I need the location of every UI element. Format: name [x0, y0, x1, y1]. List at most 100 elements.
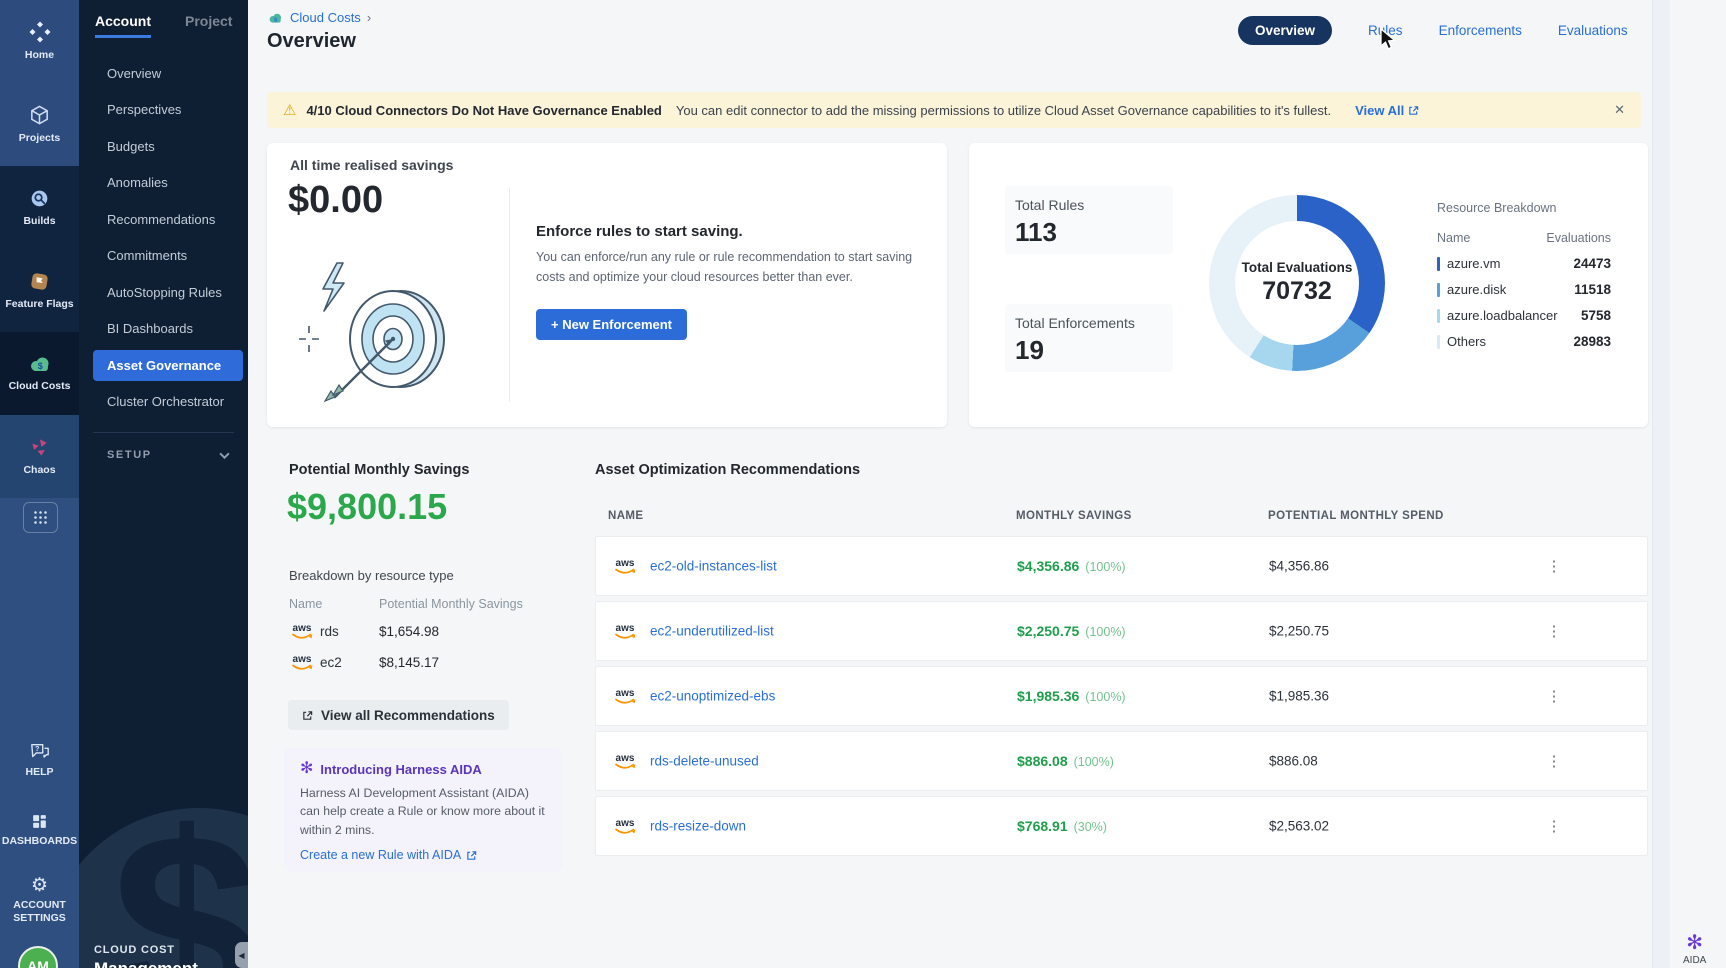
rail-item-home[interactable]: Home	[0, 0, 79, 83]
row-menu-button[interactable]: ⋮	[1544, 622, 1564, 640]
legend-name: azure.vm	[1447, 256, 1500, 271]
module-switcher-button[interactable]	[23, 502, 58, 533]
potential-spend-value: $1,985.36	[1269, 689, 1329, 704]
total-rules-tile: Total Rules 113	[1005, 186, 1173, 254]
close-icon[interactable]: ✕	[1614, 102, 1625, 118]
recommendation-link[interactable]: ec2-underutilized-list	[650, 624, 774, 639]
rail-item-projects[interactable]: Projects	[0, 83, 79, 166]
sidebar-item-perspectives[interactable]: Perspectives	[79, 92, 248, 129]
legend-evaluations-header: Evaluations	[1546, 231, 1611, 245]
breadcrumb-separator: ›	[367, 10, 371, 25]
sidebar-item-anomalies[interactable]: Anomalies	[79, 165, 248, 202]
sidebar-item-overview[interactable]: Overview	[79, 55, 248, 92]
rail-item-cloud-costs[interactable]: $ Cloud Costs	[0, 332, 79, 415]
governance-stats-card: Total Rules 113 Total Enforcements 19 To…	[969, 143, 1648, 427]
aida-promo-card: ✻ Introducing Harness AIDA Harness AI De…	[284, 748, 562, 872]
sidebar-item-cluster-orchestrator[interactable]: Cluster Orchestrator	[79, 384, 248, 421]
rail-item-feature-flags[interactable]: Feature Flags	[0, 249, 79, 332]
sidebar-item-recommendations[interactable]: Recommendations	[79, 201, 248, 238]
realised-savings-label: All time realised savings	[290, 157, 453, 173]
breadcrumb-cloud-costs[interactable]: Cloud Costs	[290, 10, 361, 25]
sidebar-item-budgets[interactable]: Budgets	[79, 128, 248, 165]
recommendation-row: awsrds-delete-unused$886.08(100%)$886.08…	[595, 731, 1648, 791]
feature-flags-icon	[28, 270, 51, 293]
scrollbar-track[interactable]	[1652, 0, 1670, 968]
rail-item-help[interactable]: ? HELP	[0, 742, 79, 779]
rail-item-dashboards[interactable]: DASHBOARDS	[0, 812, 79, 848]
asset-governance-overview-page: Home Projects Builds Feature Flags	[0, 0, 1726, 968]
savings-breakdown-row: awsrds$1,654.98	[289, 620, 539, 642]
row-menu-button[interactable]: ⋮	[1544, 752, 1564, 770]
recommendations-rows: aws ec2-old-instances-list $4,356.86(100%)…	[595, 536, 1648, 861]
external-link-icon	[466, 850, 477, 861]
card-divider	[509, 188, 510, 402]
sidebar-item-commitments[interactable]: Commitments	[79, 238, 248, 275]
sidebar-item-asset-governance[interactable]: Asset Governance	[93, 350, 243, 381]
svg-text:aws: aws	[293, 623, 312, 634]
svg-text:$: $	[37, 361, 42, 371]
potential-spend-value: $4,356.86	[1269, 559, 1329, 574]
realised-savings-value: $0.00	[288, 179, 383, 222]
monthly-savings-value: $768.91(30%)	[1017, 818, 1107, 834]
aida-flower-icon: ✻	[1686, 933, 1703, 953]
dollar-watermark: $	[111, 794, 248, 968]
row-menu-button[interactable]: ⋮	[1544, 557, 1564, 575]
svg-text:?: ?	[35, 744, 40, 753]
monthly-savings-value: $4,356.86(100%)	[1017, 558, 1126, 574]
target-illustration	[285, 251, 475, 416]
rail-item-builds[interactable]: Builds	[0, 166, 79, 249]
aida-title: Introducing Harness AIDA	[320, 762, 481, 777]
harness-home-icon	[28, 20, 52, 44]
recommendation-row: awsec2-underutilized-list$2,250.75(100%)…	[595, 601, 1648, 661]
scope-tabs: Account Project	[95, 13, 232, 38]
monthly-savings-value: $1,985.36(100%)	[1017, 688, 1126, 704]
sidebar-collapse-button[interactable]: ◀	[235, 942, 248, 968]
scope-tab-project[interactable]: Project	[185, 13, 232, 38]
recommendation-link[interactable]: rds-delete-unused	[650, 754, 759, 769]
setup-section-toggle[interactable]: SETUP	[107, 449, 230, 461]
help-chat-icon: ?	[29, 742, 51, 762]
scope-tab-account[interactable]: Account	[95, 13, 151, 38]
total-enforcements-value: 19	[1015, 335, 1163, 366]
rail-item-chaos[interactable]: Chaos	[0, 415, 79, 498]
recommendation-link[interactable]: ec2-old-instances-list	[650, 559, 777, 574]
chaos-icon	[28, 436, 51, 459]
sidebar-item-bi-dashboards[interactable]: BI Dashboards	[79, 311, 248, 348]
legend-value: 24473	[1573, 256, 1611, 271]
legend-color-bar	[1437, 335, 1440, 349]
potential-spend-value: $2,250.75	[1269, 624, 1329, 639]
tab-enforcements[interactable]: Enforcements	[1439, 23, 1522, 38]
recommendation-link[interactable]: rds-resize-down	[650, 819, 746, 834]
create-rule-with-aida-link[interactable]: Create a new Rule with AIDA	[300, 848, 546, 862]
dashboards-icon	[30, 812, 49, 831]
svg-text:aws: aws	[616, 623, 635, 634]
evaluations-donut-chart: Total Evaluations 70732	[1209, 195, 1385, 371]
resource-breakdown-legend: Resource Breakdown Name Evaluations azur…	[1437, 201, 1611, 349]
tab-evaluations[interactable]: Evaluations	[1558, 23, 1628, 38]
user-avatar[interactable]: AM	[18, 946, 58, 968]
banner-title: 4/10 Cloud Connectors Do Not Have Govern…	[306, 103, 661, 118]
new-enforcement-button[interactable]: + New Enforcement	[536, 309, 687, 340]
tab-overview[interactable]: Overview	[1238, 16, 1332, 45]
potential-savings-title: Potential Monthly Savings	[289, 462, 469, 478]
legend-value: 11518	[1574, 282, 1611, 297]
monthly-savings-column-header: MONTHLY SAVINGS	[1016, 510, 1132, 522]
view-all-link[interactable]: View All	[1355, 103, 1419, 118]
sidebar-item-autostopping-rules[interactable]: AutoStopping Rules	[79, 274, 248, 311]
tab-rules[interactable]: Rules	[1368, 23, 1403, 38]
sidebar-divider	[93, 432, 234, 433]
resource-savings: $1,654.98	[379, 624, 539, 639]
legend-color-bar	[1437, 283, 1440, 297]
banner-body: You can edit connector to add the missin…	[676, 103, 1331, 118]
row-menu-button[interactable]: ⋮	[1544, 817, 1564, 835]
aws-icon: aws	[289, 651, 315, 673]
legend-color-bar	[1437, 309, 1440, 323]
savings-breakdown-row: awsec2$8,145.17	[289, 651, 539, 673]
cloud-costs-sidebar: $ Account Project OverviewPerspectivesBud…	[79, 0, 248, 968]
rail-item-account-settings[interactable]: ⚙ ACCOUNT SETTINGS	[0, 876, 79, 925]
view-all-recommendations-button[interactable]: View all Recommendations	[288, 700, 509, 730]
aida-floating-button[interactable]: ✻ AIDA	[1683, 933, 1706, 966]
recommendation-link[interactable]: ec2-unoptimized-ebs	[650, 689, 775, 704]
legend-row-azure-disk: azure.disk11518	[1437, 282, 1611, 297]
row-menu-button[interactable]: ⋮	[1544, 687, 1564, 705]
